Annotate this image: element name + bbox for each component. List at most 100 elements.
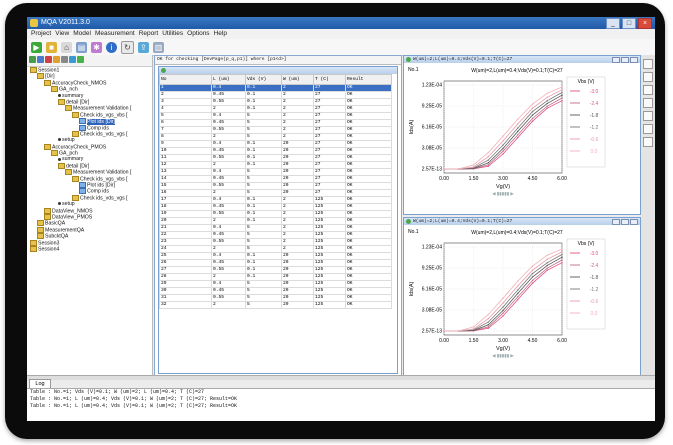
save-icon[interactable]: ▤: [76, 41, 87, 53]
table-cell: 27: [159, 266, 212, 274]
table-cell: 27: [313, 133, 346, 141]
table-cell: 5: [159, 112, 212, 120]
plot-minimize-button[interactable]: [612, 219, 620, 225]
column-header[interactable]: Result: [345, 74, 392, 85]
table-row[interactable]: 8 2 5 2 27 OK: [159, 133, 392, 141]
plot-close-button[interactable]: [630, 57, 638, 63]
x-tick-label: 3.00: [498, 338, 508, 344]
table-row[interactable]: 27 0.55 0.1 20 125 OK: [159, 266, 392, 274]
run-icon[interactable]: ▶: [31, 41, 42, 53]
table-row[interactable]: 9 0.4 0.1 20 27 OK: [159, 140, 392, 148]
table-row[interactable]: 28 2 0.1 20 125 OK: [159, 273, 392, 281]
document-icon: [79, 118, 86, 125]
plot-maximize-button[interactable]: [621, 219, 629, 225]
open-icon[interactable]: ⌂: [61, 41, 72, 53]
fit-icon[interactable]: [643, 111, 653, 121]
table-row[interactable]: 6 0.45 5 2 27 OK: [159, 119, 392, 127]
crosshair-icon[interactable]: [643, 85, 653, 95]
splitter[interactable]: [27, 375, 655, 380]
table-row[interactable]: 3 0.55 0.1 2 27 OK: [159, 98, 392, 106]
table-row[interactable]: 32 2 5 20 125 OK: [159, 301, 392, 309]
legend-entry: -3.0: [590, 89, 599, 95]
table-row[interactable]: 30 0.45 5 20 125 OK: [159, 287, 392, 295]
table-row[interactable]: 23 0.55 5 2 125 OK: [159, 238, 392, 246]
zoom-out-icon[interactable]: [643, 72, 653, 82]
zoom-in-icon[interactable]: [643, 59, 653, 69]
table-cell: 27: [313, 84, 346, 92]
menu-item-view[interactable]: View: [55, 29, 69, 39]
table-row[interactable]: 20 2 0.1 2 125 OK: [159, 217, 392, 225]
table-row[interactable]: 24 2 5 2 125 OK: [159, 245, 392, 253]
tree-node[interactable]: Session4: [27, 245, 152, 252]
column-header[interactable]: T (C): [313, 74, 346, 85]
table-row[interactable]: 17 0.4 0.1 2 125 OK: [159, 196, 392, 204]
table-cell: OK: [345, 147, 392, 155]
menu-item-project[interactable]: Project: [31, 29, 51, 39]
table-cell: 0.55: [211, 98, 246, 106]
maximize-button[interactable]: □: [622, 18, 636, 29]
table-row[interactable]: 26 0.45 0.1 20 125 OK: [159, 259, 392, 267]
tree-settings-icon[interactable]: [61, 56, 68, 63]
table-row[interactable]: 29 0.4 5 20 125 OK: [159, 280, 392, 288]
column-header[interactable]: W (um): [281, 74, 314, 85]
table-row[interactable]: 25 0.4 0.1 20 125 OK: [159, 252, 392, 260]
page-scrubber[interactable]: ◀ ▮▮▮▮▮ ▶: [492, 353, 514, 358]
menu-item-measurement[interactable]: Measurement: [95, 29, 135, 39]
table-row[interactable]: 14 0.45 5 20 27 OK: [159, 175, 392, 183]
column-header[interactable]: L (um): [211, 74, 246, 85]
tree-refresh-icon[interactable]: [69, 56, 76, 63]
table-row[interactable]: 7 0.55 5 2 27 OK: [159, 126, 392, 134]
tree-folder-icon[interactable]: [53, 56, 60, 63]
settings-icon[interactable]: ✱: [91, 41, 102, 53]
tree-check-icon[interactable]: [77, 56, 84, 63]
tree-delete-icon[interactable]: [45, 56, 52, 63]
table-row[interactable]: 2 0.45 0.1 2 27 OK: [159, 91, 392, 99]
menu-item-report[interactable]: Report: [139, 29, 159, 39]
page-scrubber[interactable]: ◀ ▮▮▮▮▮ ▶: [492, 191, 514, 196]
table-row[interactable]: 22 0.45 5 2 125 OK: [159, 231, 392, 239]
plot-maximize-button[interactable]: [621, 57, 629, 63]
table-row[interactable]: 5 0.4 5 2 27 OK: [159, 112, 392, 120]
tree-add-icon[interactable]: [29, 56, 36, 63]
menu-item-utilities[interactable]: Utilities: [162, 29, 183, 39]
table-cell: OK: [345, 84, 392, 92]
table-cell: 5: [245, 133, 282, 141]
plot-close-button[interactable]: [630, 219, 638, 225]
pan-icon[interactable]: [643, 98, 653, 108]
column-header[interactable]: No: [159, 74, 212, 85]
table-cell: OK: [345, 238, 392, 246]
info-icon[interactable]: i: [106, 41, 117, 53]
tree-expand-icon[interactable]: [37, 56, 44, 63]
column-header[interactable]: Vds (V): [245, 74, 282, 85]
close-button[interactable]: ×: [638, 18, 652, 29]
table-row[interactable]: 12 2 0.1 20 27 OK: [159, 161, 392, 169]
menu-item-options[interactable]: Options: [187, 29, 209, 39]
menu-item-help[interactable]: Help: [214, 29, 227, 39]
data-point: [546, 264, 548, 267]
export-icon[interactable]: ⇪: [138, 41, 149, 53]
table-row[interactable]: 11 0.55 0.1 20 27 OK: [159, 154, 392, 162]
table-cell: 7: [159, 126, 212, 134]
menu-item-model[interactable]: Model: [73, 29, 91, 39]
menu-bar: Project View Model Measurement Report Utiliti…: [27, 29, 655, 39]
grid-toggle-icon[interactable]: [643, 124, 653, 134]
table-row[interactable]: 4 2 0.1 2 27 OK: [159, 105, 392, 113]
table-row[interactable]: 13 0.4 5 20 27 OK: [159, 168, 392, 176]
legend-toggle-icon[interactable]: [643, 137, 653, 147]
print-icon[interactable]: ▥: [153, 41, 164, 53]
table-row[interactable]: 19 0.55 0.1 2 125 OK: [159, 210, 392, 218]
data-point: [546, 96, 548, 98]
table-row[interactable]: 21 0.4 5 2 125 OK: [159, 224, 392, 232]
stop-icon[interactable]: ■: [46, 41, 57, 53]
table-cell: 125: [313, 301, 346, 309]
table-row[interactable]: 15 0.55 5 20 27 OK: [159, 182, 392, 190]
table-row[interactable]: 10 0.45 0.1 20 27 OK: [159, 147, 392, 155]
table-row[interactable]: 18 0.45 0.1 2 125 OK: [159, 203, 392, 211]
plot-minimize-button[interactable]: [612, 57, 620, 63]
table-row[interactable]: 31 0.55 5 20 125 OK: [159, 294, 392, 302]
refresh-icon[interactable]: ↻: [121, 40, 134, 54]
table-row[interactable]: 1 0.4 0.1 2 27 OK: [159, 84, 392, 92]
minimize-button[interactable]: _: [606, 18, 620, 29]
table-row[interactable]: 16 2 5 20 27 OK: [159, 189, 392, 197]
table-cell: 0.4: [211, 112, 246, 120]
